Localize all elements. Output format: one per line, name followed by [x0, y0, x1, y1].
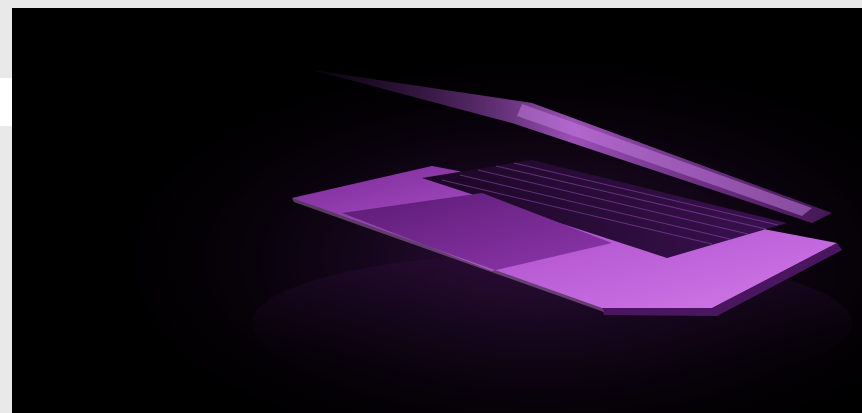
laptop-photo: [12, 8, 862, 413]
hero-image: [12, 8, 862, 413]
page: [0, 0, 862, 413]
